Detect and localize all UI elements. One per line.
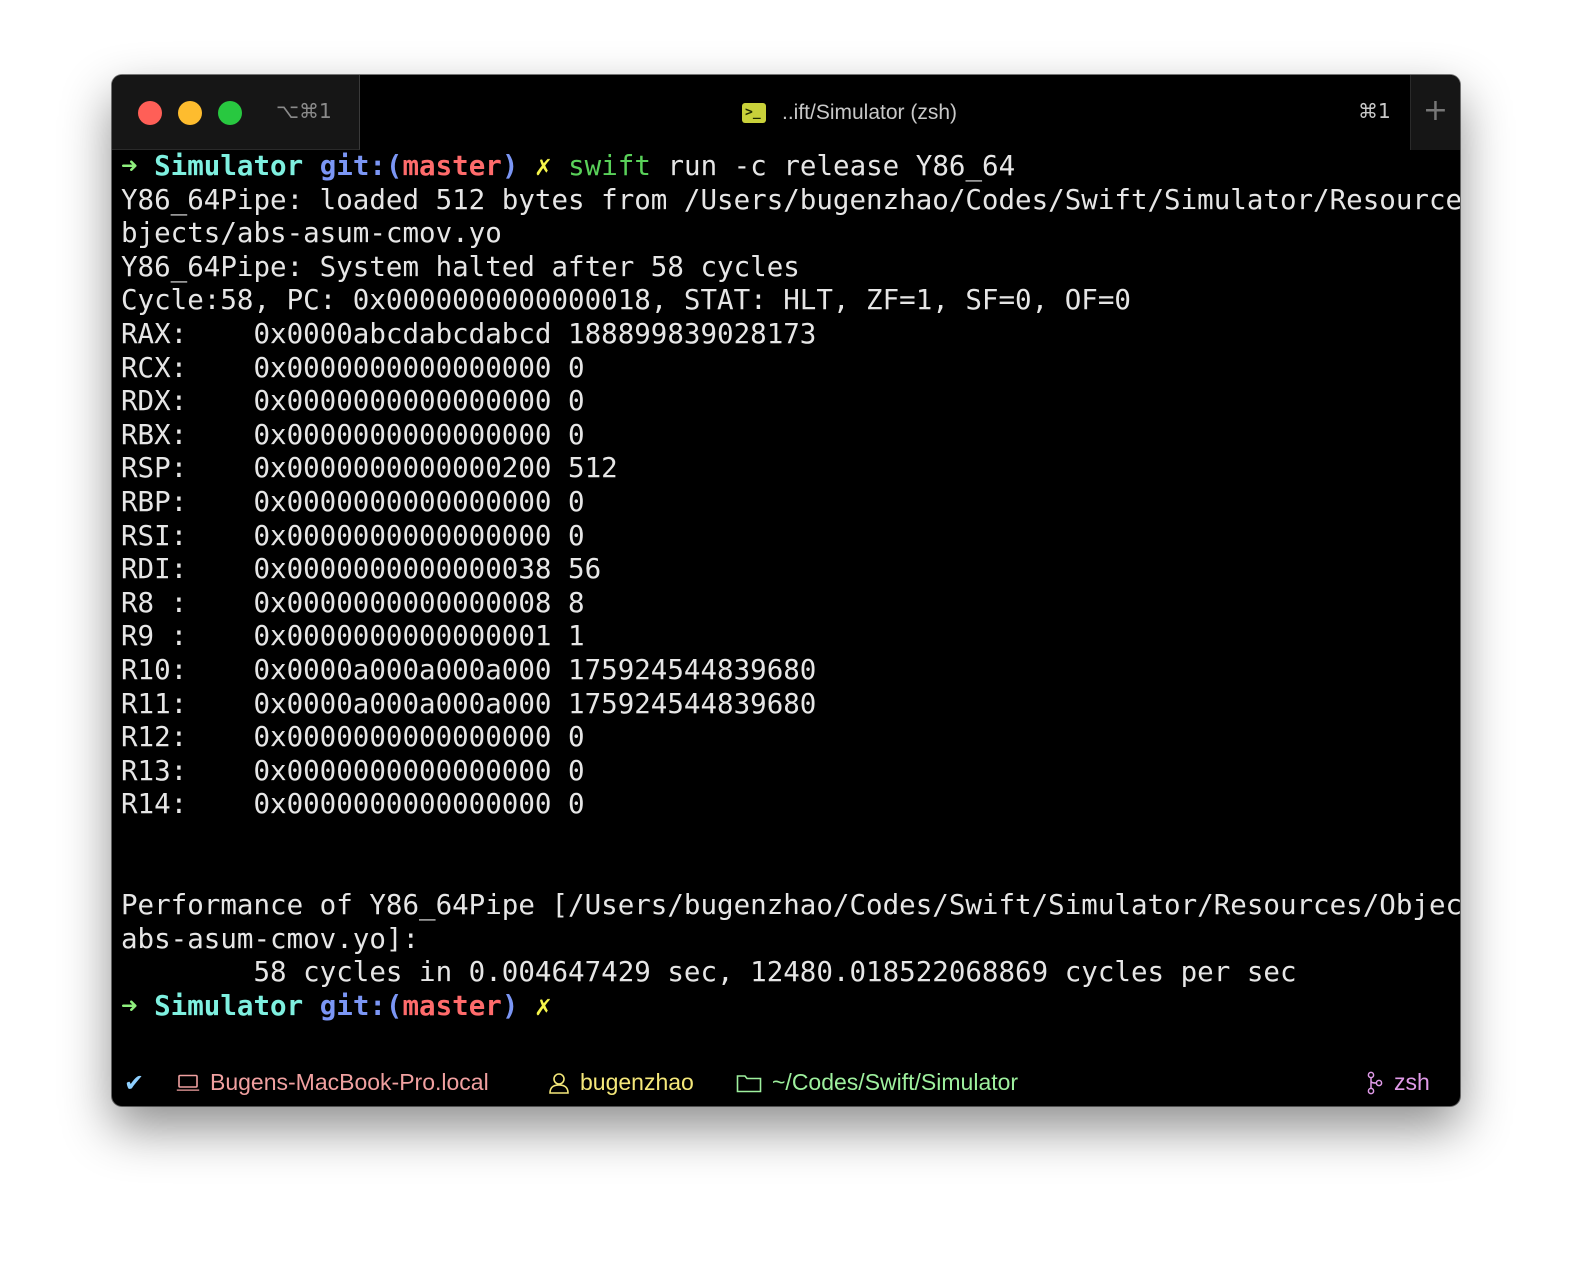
- new-tab-button[interactable]: +: [1410, 75, 1460, 150]
- terminal-window: ⌥⌘1 ..ift/Simulator (zsh) ⌘1 + ➜ Simulat…: [112, 75, 1460, 1106]
- window-title: ..ift/Simulator (zsh): [782, 101, 958, 124]
- prompt-arrow-icon: ➜: [121, 150, 138, 182]
- window-title-group: ..ift/Simulator (zsh): [742, 97, 957, 129]
- tab-shortcut-label: ⌥⌘1: [276, 99, 332, 123]
- shell-label: zsh: [1394, 1069, 1430, 1095]
- output-line: Cycle:58, PC: 0x0000000000000018, STAT: …: [121, 284, 1131, 317]
- register-line: RDI: 0x0000000000000038 56: [121, 553, 602, 586]
- register-line: RSP: 0x0000000000000200 512: [121, 452, 618, 485]
- output-line: Y86_64Pipe: System halted after 58 cycle…: [121, 250, 800, 283]
- prompt-dirty-icon: ✗: [534, 989, 552, 1022]
- prompt-dir: Simulator: [154, 150, 304, 182]
- laptop-icon: [176, 1074, 200, 1091]
- register-line: R10: 0x0000a000a000a000 175924544839680: [121, 653, 817, 686]
- status-shell[interactable]: zsh: [1366, 1069, 1430, 1096]
- tab-active[interactable]: ⌥⌘1: [112, 75, 360, 150]
- title-bar: ⌥⌘1 ..ift/Simulator (zsh) ⌘1 +: [112, 75, 1460, 150]
- register-line: R11: 0x0000a000a000a000 175924544839680: [121, 687, 817, 720]
- user-icon: [549, 1072, 569, 1094]
- register-line: R12: 0x0000000000000000 0: [121, 721, 585, 754]
- register-line: R8 : 0x0000000000000008 8: [121, 586, 585, 619]
- branch-icon: [1367, 1071, 1383, 1094]
- host-label: Bugens-MacBook-Pro.local: [210, 1069, 489, 1095]
- register-line: RAX: 0x0000abcdabcdabcd 188899839028173: [121, 317, 817, 350]
- status-bar: ✔ Bugens-MacBook-Pro.local bugenzhao ~/C…: [112, 1067, 1460, 1103]
- register-line: R9 : 0x0000000000000001 1: [121, 620, 585, 653]
- prompt-branch: master: [402, 150, 502, 182]
- prompt-git-close: ): [501, 150, 519, 182]
- prompt-arrow-icon: ➜: [121, 989, 138, 1022]
- register-line: RCX: 0x0000000000000000 0: [121, 351, 585, 384]
- status-user[interactable]: bugenzhao: [548, 1069, 694, 1096]
- user-label: bugenzhao: [580, 1069, 694, 1095]
- close-button[interactable]: [138, 101, 162, 125]
- register-line: RBP: 0x0000000000000000 0: [121, 485, 585, 518]
- terminal-icon: [742, 103, 766, 123]
- prompt-git: git:(: [319, 989, 403, 1022]
- terminal-output[interactable]: ➜ Simulator git:(master) ✗ swift run -c …: [112, 150, 1460, 1023]
- register-line: R14: 0x0000000000000000 0: [121, 788, 585, 821]
- output-line: Performance of Y86_64Pipe [/Users/bugenz…: [121, 889, 1460, 922]
- prompt-git: git:(: [319, 150, 403, 182]
- register-line: RBX: 0x0000000000000000 0: [121, 418, 585, 451]
- output-line: abs-asum-cmov.yo]:: [121, 922, 420, 955]
- prompt-dir: Simulator: [154, 989, 304, 1022]
- output-line: 58 cycles in 0.004647429 sec, 12480.0185…: [121, 956, 1297, 989]
- checkmark-icon: ✔: [124, 1070, 145, 1097]
- prompt-dirty-icon: ✗: [534, 150, 552, 182]
- minimize-button[interactable]: [178, 101, 202, 125]
- zoom-button[interactable]: [218, 101, 242, 125]
- prompt-branch: master: [402, 989, 502, 1022]
- path-label: ~/Codes/Swift/Simulator: [772, 1069, 1019, 1095]
- status-path[interactable]: ~/Codes/Swift/Simulator: [736, 1069, 1018, 1096]
- command-args: run -c release Y86_64: [667, 150, 1016, 182]
- window-shortcut-label: ⌘1: [1358, 99, 1391, 123]
- prompt-git-close: ): [501, 989, 519, 1022]
- prompt-line: ➜ Simulator git:(master) ✗ swift run -c …: [112, 150, 1460, 184]
- output-line: bjects/abs-asum-cmov.yo: [121, 217, 502, 250]
- status-host[interactable]: Bugens-MacBook-Pro.local: [176, 1069, 489, 1096]
- command-name: swift: [568, 150, 651, 182]
- output-line: Y86_64Pipe: loaded 512 bytes from /Users…: [121, 183, 1460, 216]
- register-line: RDX: 0x0000000000000000 0: [121, 385, 585, 418]
- register-line: R13: 0x0000000000000000 0: [121, 754, 585, 787]
- prompt-line: ➜ Simulator git:(master) ✗: [112, 990, 1460, 1024]
- register-line: RSI: 0x0000000000000000 0: [121, 519, 585, 552]
- folder-icon: [736, 1074, 762, 1092]
